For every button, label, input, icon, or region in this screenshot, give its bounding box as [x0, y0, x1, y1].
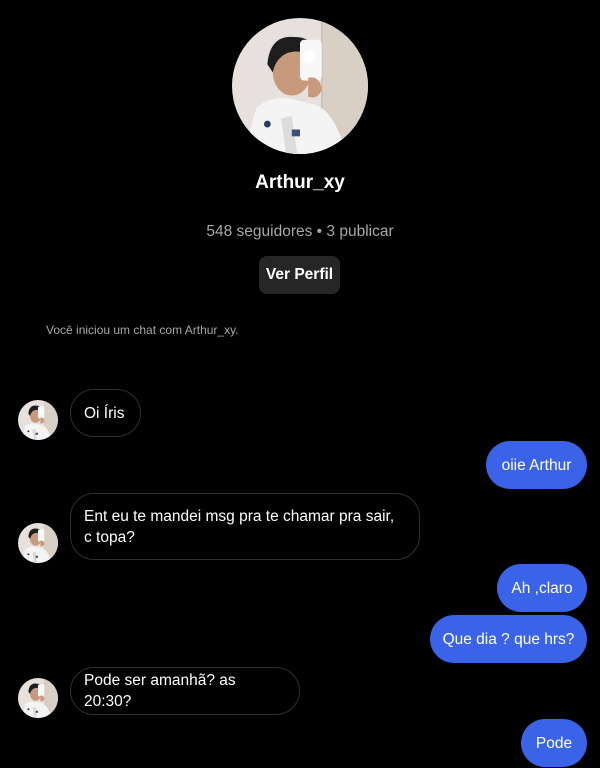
message-bubble-incoming[interactable]: Oi Íris [70, 389, 141, 437]
message-bubble-outgoing[interactable]: oiie Arthur [486, 441, 587, 489]
message-bubble-outgoing[interactable]: Pode [521, 719, 587, 767]
sender-avatar[interactable] [18, 400, 58, 440]
message-bubble-outgoing[interactable]: Ah ,claro [497, 564, 587, 612]
view-profile-button[interactable]: Ver Perfil [259, 256, 340, 294]
chat-started-notice: Você iniciou um chat com Arthur_xy. [46, 323, 239, 337]
profile-username: Arthur_xy [255, 172, 345, 193]
sender-avatar[interactable] [18, 523, 58, 563]
sender-avatar-image [18, 523, 58, 563]
sender-avatar-image [18, 678, 58, 718]
sender-avatar-image [18, 400, 58, 440]
sender-avatar[interactable] [18, 678, 58, 718]
message-bubble-incoming[interactable]: Ent eu te mandei msg pra te chamar pra s… [70, 493, 420, 560]
message-bubble-incoming[interactable]: Pode ser amanhã? as 20:30? [70, 667, 300, 715]
profile-stats: 548 seguidores • 3 publicar [206, 223, 394, 240]
profile-avatar[interactable] [232, 18, 368, 154]
profile-photo [232, 18, 368, 154]
message-bubble-outgoing[interactable]: Que dia ? que hrs? [430, 615, 587, 663]
